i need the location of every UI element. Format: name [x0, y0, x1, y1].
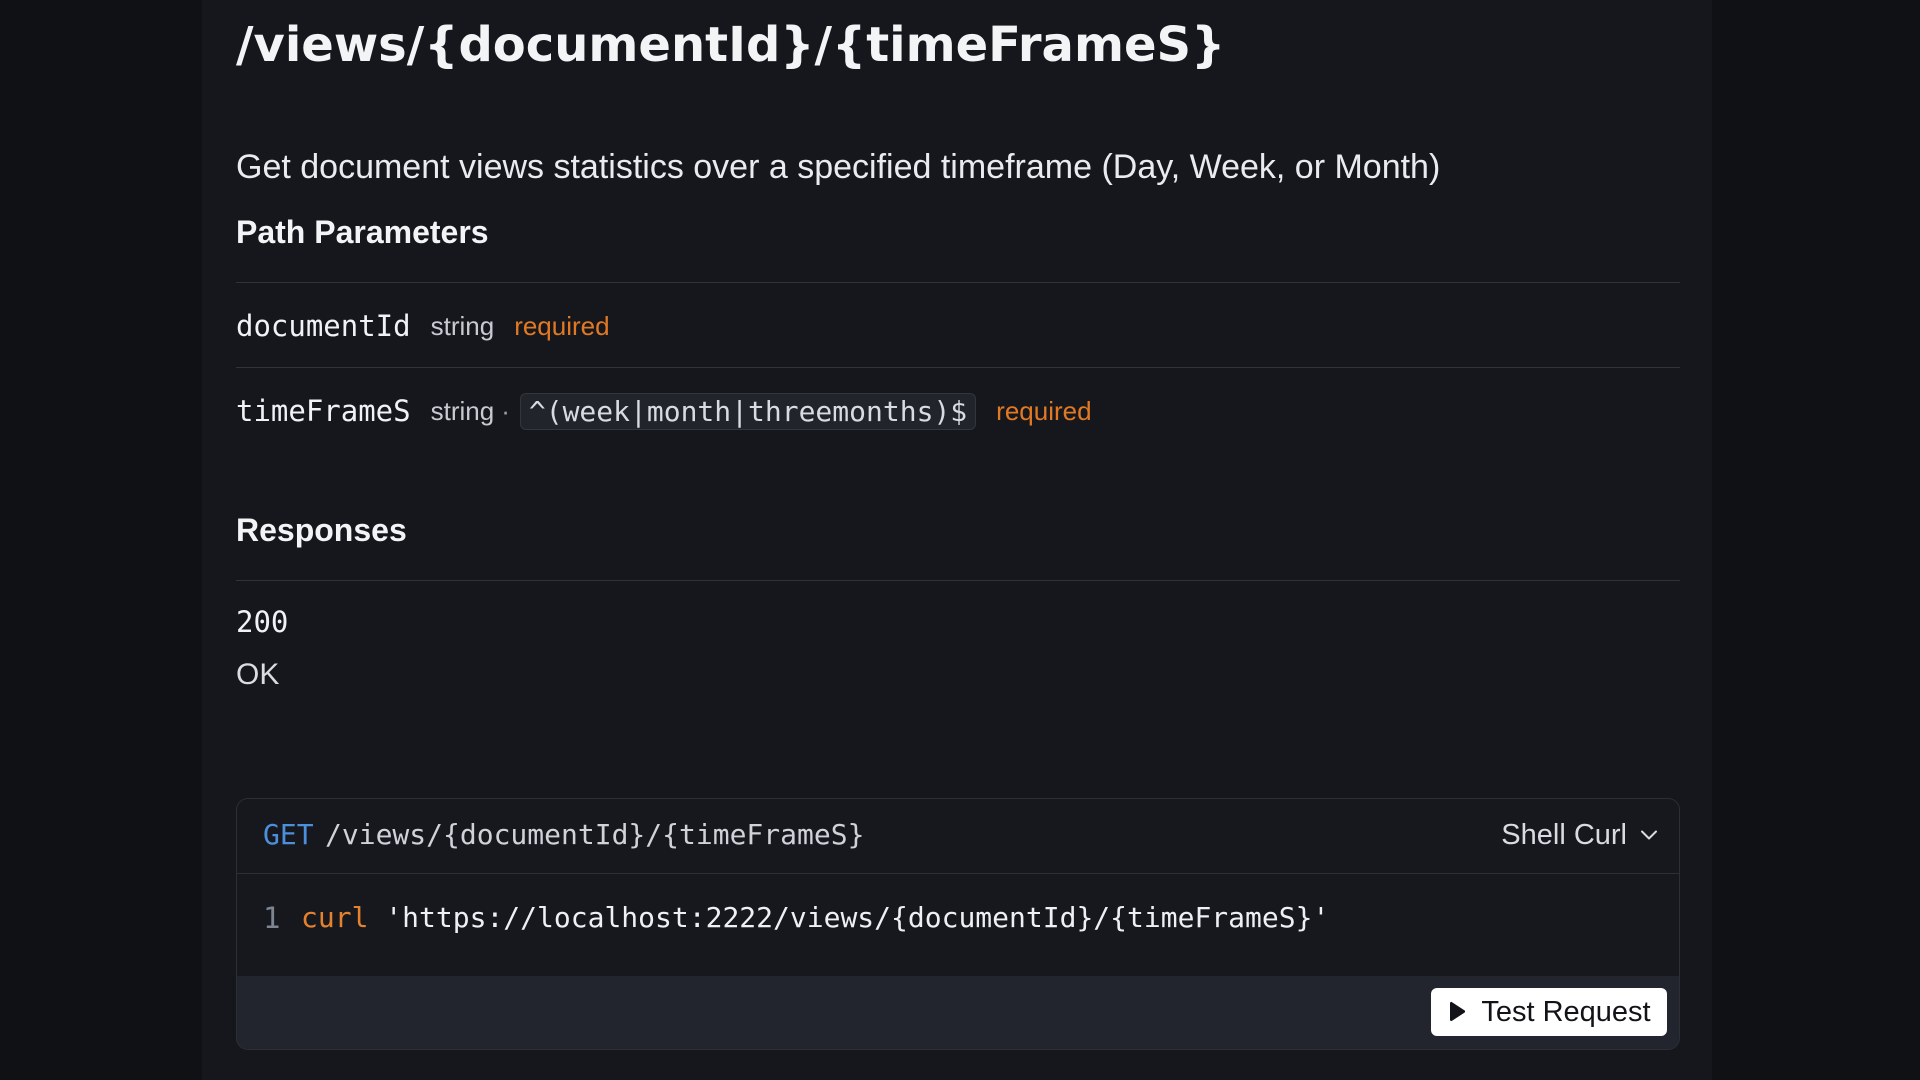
chevron-down-icon — [1639, 825, 1659, 845]
path-parameters-divider — [236, 282, 1680, 283]
code-example-header: GET /views/{documentId}/{timeFrameS} She… — [237, 799, 1679, 874]
api-reference-page: /views/{documentId}/{timeFrameS} Get doc… — [202, 0, 1712, 1080]
code-block: 1 curl 'https://localhost:2222/views/{do… — [237, 874, 1679, 976]
selected-language: Shell Curl — [1501, 818, 1627, 851]
play-icon — [1447, 1001, 1467, 1023]
responses-heading: Responses — [236, 512, 407, 548]
curl-url: 'https://localhost:2222/views/{documentI… — [385, 901, 1330, 934]
endpoint-title: /views/{documentId}/{timeFrameS} — [236, 17, 1226, 73]
endpoint-description: Get document views statistics over a spe… — [236, 148, 1441, 186]
line-number: 1 — [263, 901, 281, 935]
code-example-path: /views/{documentId}/{timeFrameS} — [325, 818, 865, 851]
response-status-code: 200 — [236, 605, 289, 639]
responses-divider — [236, 580, 1680, 581]
curl-command: curl — [301, 901, 369, 934]
required-label: required — [514, 310, 610, 341]
test-request-button[interactable]: Test Request — [1431, 988, 1667, 1036]
type-pattern-separator: · — [501, 395, 510, 426]
parameter-name: timeFrameS — [236, 394, 411, 428]
parameter-type: string — [430, 310, 495, 341]
response-description: OK — [236, 658, 280, 691]
parameter-pattern: ^(week|month|threemonths)$ — [519, 392, 977, 430]
required-label: required — [996, 395, 1092, 426]
parameter-row-divider — [236, 367, 1680, 368]
http-method: GET — [263, 818, 314, 851]
parameter-name: documentId — [236, 309, 411, 343]
code-example-card: GET /views/{documentId}/{timeFrameS} She… — [236, 798, 1680, 1050]
test-request-label: Test Request — [1481, 995, 1651, 1028]
language-dropdown[interactable]: Shell Curl — [1501, 815, 1659, 855]
path-parameter-time-frame: timeFrameS string · ^(week|month|threemo… — [236, 391, 1680, 431]
curl-code-line: curl 'https://localhost:2222/views/{docu… — [301, 898, 1329, 938]
path-parameter-document-id: documentId string required — [236, 306, 1680, 346]
code-example-footer: Test Request — [237, 976, 1679, 1049]
parameter-type: string — [430, 395, 495, 426]
path-parameters-heading: Path Parameters — [236, 214, 489, 250]
